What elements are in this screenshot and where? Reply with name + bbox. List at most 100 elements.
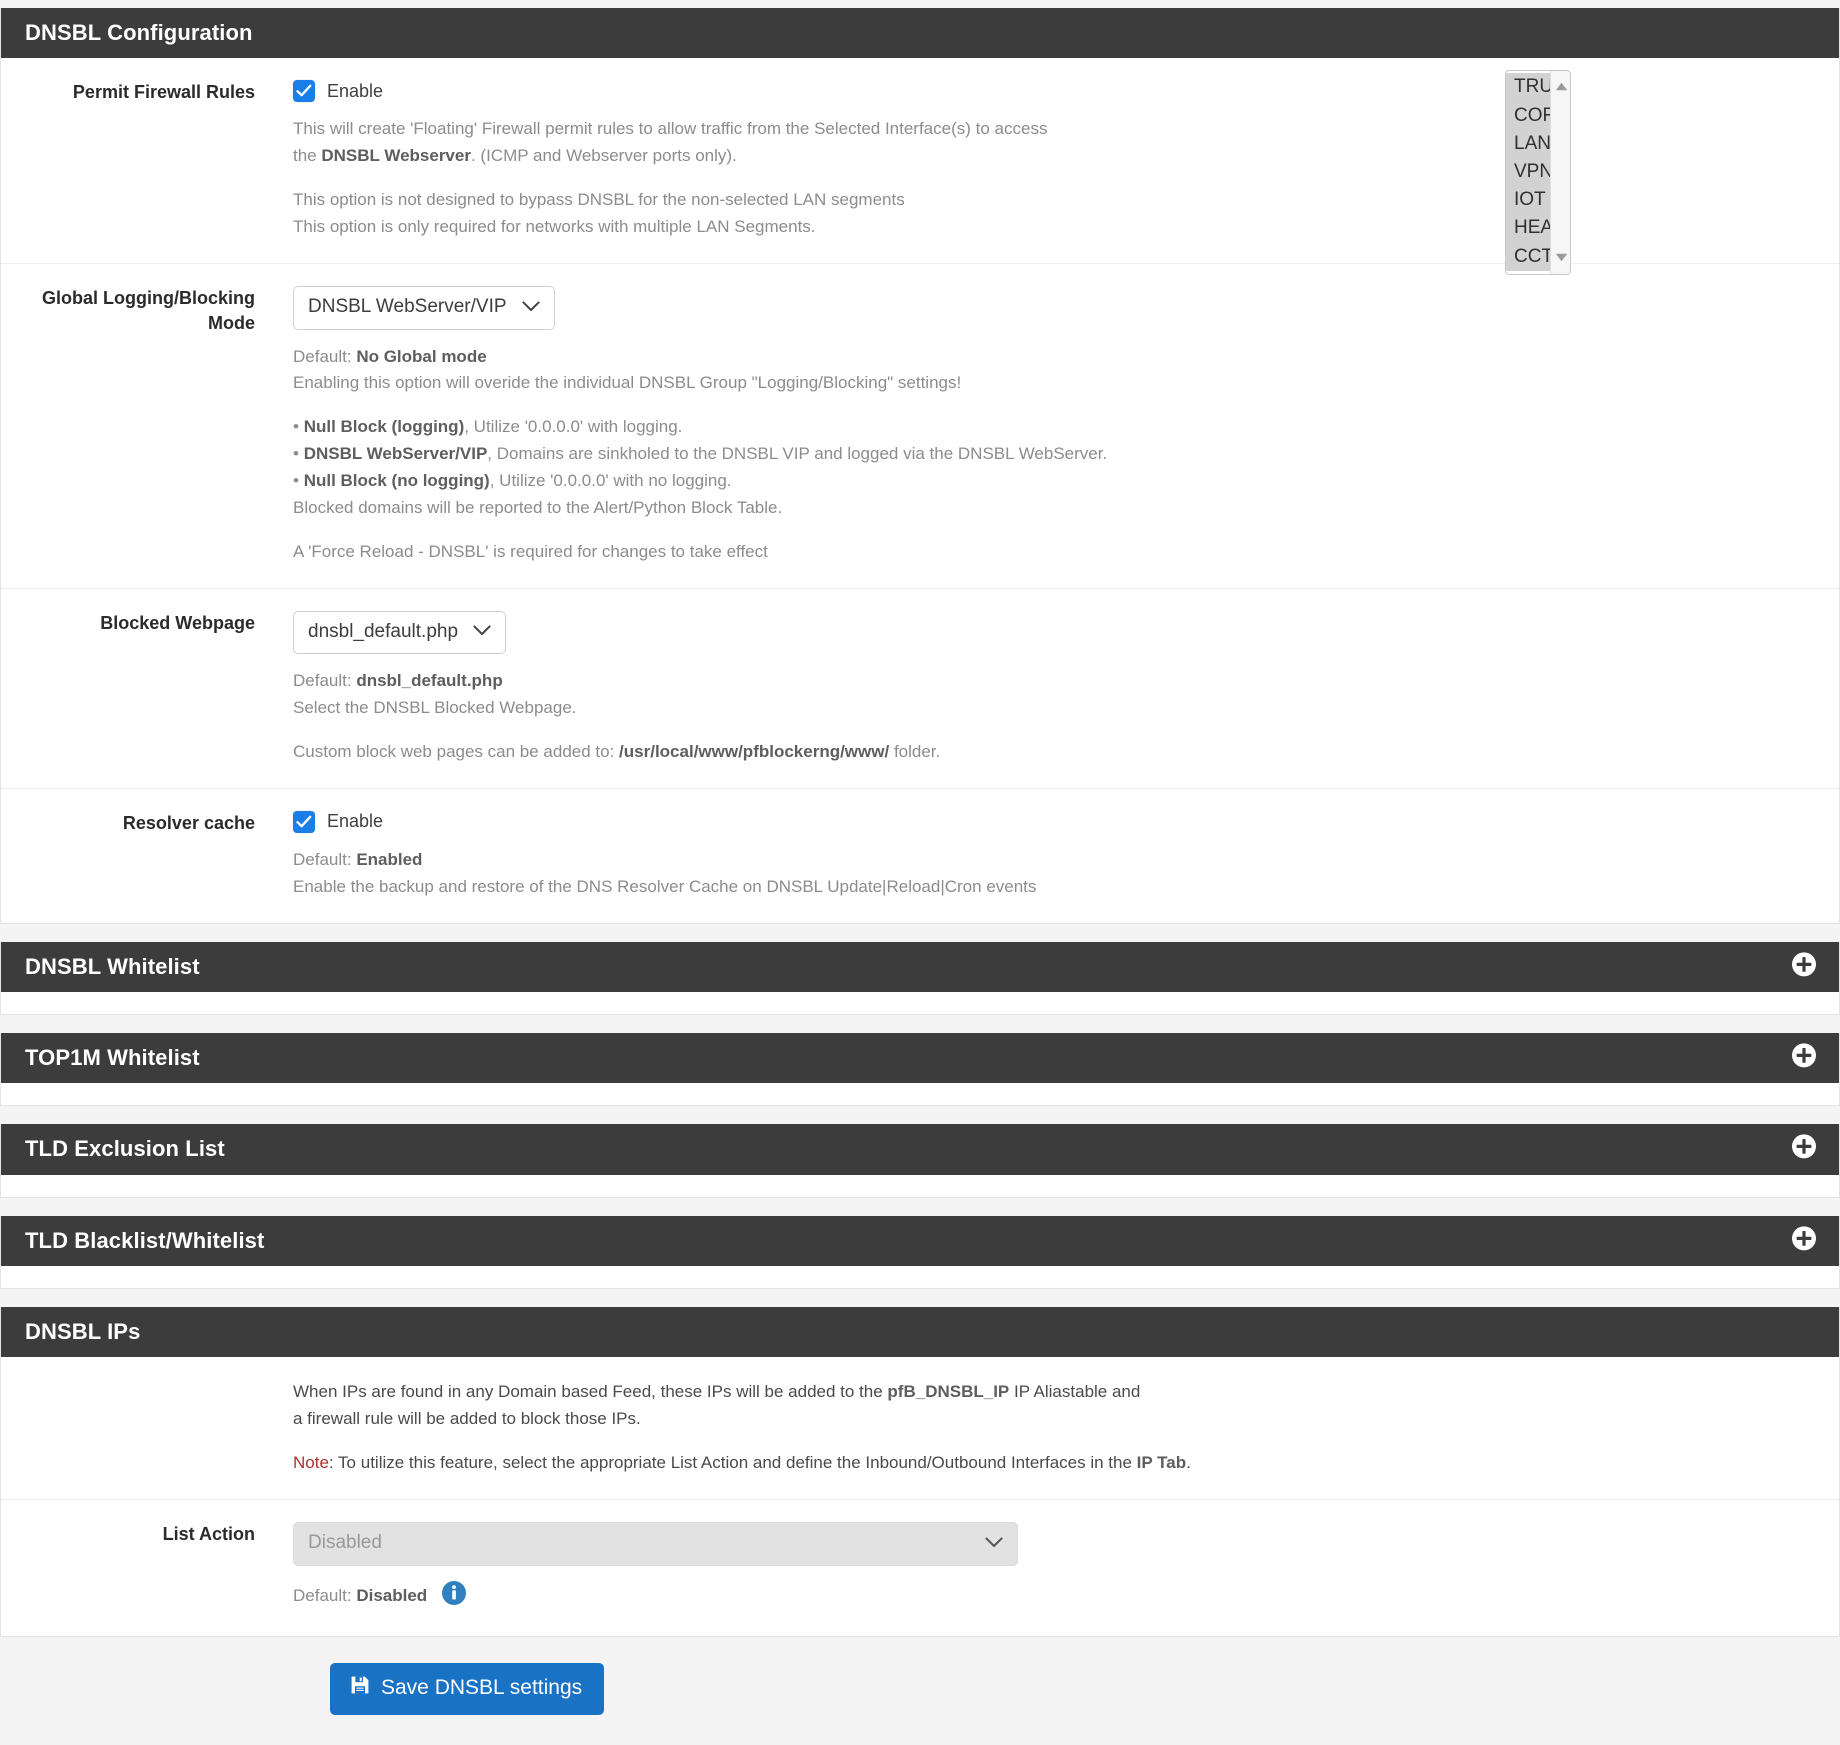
global-mode-bullet-text: , Utilize '0.0.0.0' with no logging. <box>489 470 732 490</box>
global-mode-bullet-text: , Utilize '0.0.0.0' with logging. <box>464 417 683 437</box>
form-actions: Save DNSBL settings <box>0 1637 1840 1745</box>
resolver-cache-default-value: Enabled <box>356 849 423 869</box>
dnsbl-ips-alias-name: pfB_DNSBL_IP <box>887 1382 1010 1402</box>
plus-circle-icon[interactable] <box>1791 1042 1817 1073</box>
dnsbl-configuration-body: Permit Firewall Rules Enable This will c… <box>1 58 1839 923</box>
global-mode-block-table-help: Blocked domains will be reported to the … <box>293 497 783 517</box>
interface-option[interactable]: IOT <box>1506 186 1550 215</box>
collapsed-panel-body <box>1 1083 1839 1106</box>
permit-help-line3: This option is not designed to bypass DN… <box>293 190 905 210</box>
collapsed-panel-header[interactable]: TOP1M Whitelist <box>1 1032 1839 1084</box>
global-mode-help: Default: No Global mode Enabling this op… <box>293 344 1809 566</box>
resolver-cache-default-prefix: Default: <box>293 849 357 869</box>
interface-option[interactable]: LAN <box>1506 129 1550 158</box>
list-action-select[interactable]: Disabled <box>293 1521 1018 1566</box>
save-dnsbl-settings-label: Save DNSBL settings <box>381 1676 583 1700</box>
resolver-cache-help: Default: Enabled Enable the backup and r… <box>293 847 1809 901</box>
dnsbl-ips-title: DNSBL IPs <box>25 1318 141 1344</box>
interfaces-scrollbar[interactable] <box>1550 71 1570 275</box>
blocked-webpage-select-wrap[interactable]: dnsbl_default.php <box>293 610 506 655</box>
global-mode-bullet-text: , Domains are sinkholed to the DNSBL VIP… <box>487 444 1108 464</box>
global-mode-default-value: No Global mode <box>356 346 487 366</box>
dnsbl-ips-intro-b: IP Aliastable and <box>1009 1382 1141 1402</box>
collapsed-panel-header[interactable]: DNSBL Whitelist <box>1 941 1839 992</box>
blocked-webpage-row: Blocked Webpage dnsbl_default.php Defaul… <box>1 589 1839 789</box>
resolver-cache-help-text: Enable the backup and restore of the DNS… <box>293 876 1037 896</box>
global-mode-bullet-title: Null Block (logging) <box>303 417 465 437</box>
dnsbl-ips-intro-a: When IPs are found in any Domain based F… <box>293 1382 888 1402</box>
interface-option[interactable]: CORE <box>1506 101 1550 130</box>
blocked-webpage-help: Default: dnsbl_default.php Select the DN… <box>293 668 1809 766</box>
interfaces-multiselect-holder: TRUNKCORELANVPNIOTHEATHCCTV <box>1505 70 1571 276</box>
interface-option[interactable]: TRUNK <box>1506 73 1550 102</box>
permit-firewall-rules-checkbox[interactable] <box>293 80 315 103</box>
info-circle-icon[interactable] <box>441 1580 467 1615</box>
blocked-webpage-select-help: Select the DNSBL Blocked Webpage. <box>293 698 577 718</box>
collapsed-panel-header[interactable]: TLD Blacklist/Whitelist <box>1 1215 1839 1266</box>
plus-circle-icon[interactable] <box>1791 1225 1817 1256</box>
permit-help-webserver: DNSBL Webserver <box>321 146 471 166</box>
list-action-default-value: Disabled <box>356 1585 428 1605</box>
blocked-webpage-custom-a: Custom block web pages can be added to: <box>293 742 620 762</box>
global-mode-bullet-list: • Null Block (logging), Utilize '0.0.0.0… <box>293 417 1107 490</box>
global-mode-field: No Global mode Null Block (logging) DNSBL … <box>293 285 1839 566</box>
check-icon <box>296 815 312 828</box>
list-action-row: List Action Disabled Default: Disabled <box>1 1500 1839 1637</box>
permit-firewall-rules-checkbox-line[interactable]: Enable <box>293 80 1809 103</box>
interfaces-option-list[interactable]: TRUNKCORELANVPNIOTHEATHCCTV <box>1506 71 1550 274</box>
dnsbl-ips-intro-label-spacer <box>1 1379 293 1477</box>
global-mode-label-line1: Global Logging/Blocking <box>42 287 255 308</box>
collapsed-panel-header[interactable]: TLD Exclusion List <box>1 1124 1839 1175</box>
panel-spacer <box>0 1288 1840 1307</box>
panel-spacer <box>0 1106 1840 1125</box>
permit-firewall-rules-row: Permit Firewall Rules Enable This will c… <box>1 58 1839 276</box>
interface-option[interactable]: VPN <box>1506 157 1550 187</box>
save-floppy-icon <box>350 1675 370 1701</box>
save-dnsbl-settings-button[interactable]: Save DNSBL settings <box>330 1663 605 1715</box>
permit-firewall-rules-help: This will create 'Floating' Firewall per… <box>293 116 1809 240</box>
dnsbl-configuration-heading: DNSBL Configuration <box>1 8 1839 59</box>
panel-spacer <box>0 923 1840 942</box>
collapsed-panels: DNSBL Whitelist TOP1M Whitelist TLD Exclus… <box>0 923 1840 1307</box>
check-icon <box>296 84 312 97</box>
global-mode-select-wrap[interactable]: No Global modeNull Block (logging)DNSBL … <box>293 285 555 330</box>
plus-circle-icon[interactable] <box>1791 951 1817 982</box>
global-mode-default-prefix: Default: <box>293 346 357 366</box>
panel-spacer <box>0 1014 1840 1033</box>
dnsbl-ips-note-ip-tab: IP Tab <box>1136 1452 1187 1472</box>
collapsed-panel-title: TLD Blacklist/Whitelist <box>25 1227 265 1253</box>
resolver-cache-label: Resolver cache <box>122 812 255 833</box>
dnsbl-ips-intro-help: When IPs are found in any Domain based F… <box>293 1379 1809 1477</box>
global-mode-bullet: • Null Block (no logging), Utilize '0.0.… <box>293 470 732 490</box>
dnsbl-ips-intro-row: When IPs are found in any Domain based F… <box>1 1357 1839 1500</box>
dnsbl-ips-intro-field: When IPs are found in any Domain based F… <box>293 1379 1839 1477</box>
list-action-select-wrap[interactable]: Disabled <box>293 1521 1018 1566</box>
permit-firewall-rules-checkbox-label: Enable <box>327 80 384 101</box>
interface-option[interactable]: HEATH <box>1506 214 1550 243</box>
dnsbl-ips-note-label: Note <box>293 1452 329 1472</box>
interfaces-multiselect[interactable]: TRUNKCORELANVPNIOTHEATHCCTV <box>1505 70 1571 276</box>
dnsbl-ips-panel: DNSBL IPs When IPs are found in any Doma… <box>0 1306 1840 1638</box>
resolver-cache-field: Enable Default: Enabled Enable the backu… <box>293 810 1839 901</box>
blocked-webpage-custom-path: /usr/local/www/pfblockerng/www/ <box>619 742 890 762</box>
dnsbl-ips-note-a: : To utilize this feature, select the ap… <box>328 1452 1137 1472</box>
global-mode-bullet-title: Null Block (no logging) <box>303 470 490 490</box>
list-action-label: List Action <box>162 1523 255 1544</box>
permit-help-line4: This option is only required for network… <box>293 216 816 236</box>
list-action-help: Default: Disabled <box>293 1580 1809 1615</box>
blocked-webpage-select[interactable]: dnsbl_default.php <box>293 610 506 655</box>
dnsbl-ips-note-b: . <box>1186 1452 1191 1472</box>
permit-firewall-rules-field: Enable This will create 'Floating' Firew… <box>293 80 1839 240</box>
scroll-up-arrow-icon[interactable] <box>1555 78 1568 96</box>
collapsed-panel: TLD Exclusion List <box>0 1124 1840 1198</box>
list-action-field: Disabled Default: Disabled <box>293 1521 1839 1615</box>
global-mode-select[interactable]: No Global modeNull Block (logging)DNSBL … <box>293 285 555 330</box>
global-mode-override-help: Enabling this option will overide the in… <box>293 373 962 393</box>
blocked-webpage-field: dnsbl_default.php Default: dnsbl_default… <box>293 610 1839 766</box>
collapsed-panel-body <box>1 1174 1839 1197</box>
resolver-cache-checkbox-label: Enable <box>327 811 384 832</box>
resolver-cache-checkbox[interactable] <box>293 810 315 833</box>
top-spacer <box>0 0 1840 8</box>
resolver-cache-checkbox-line[interactable]: Enable <box>293 810 1809 833</box>
plus-circle-icon[interactable] <box>1791 1134 1817 1165</box>
